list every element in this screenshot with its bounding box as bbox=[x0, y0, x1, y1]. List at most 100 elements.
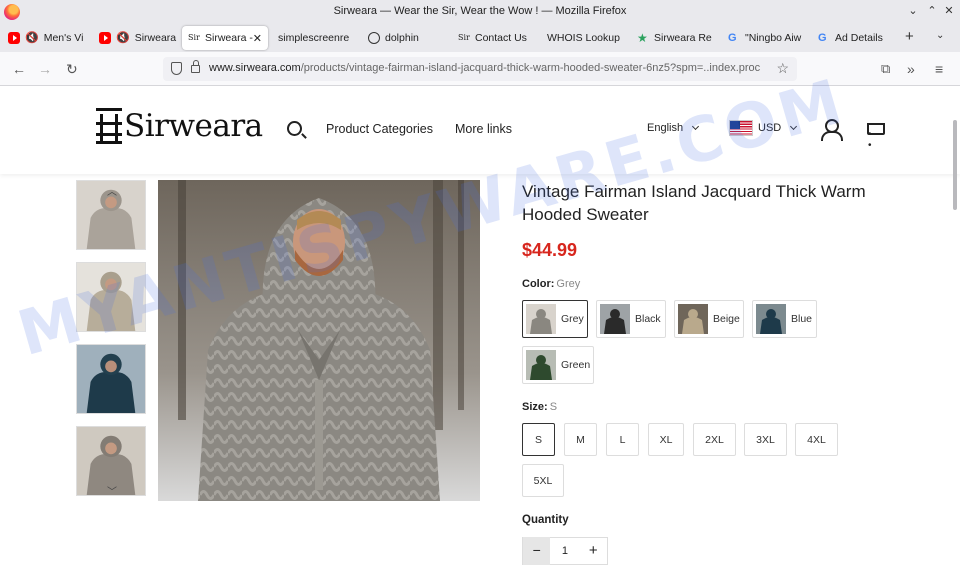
tab-contact-us[interactable]: Sir Contact Us bbox=[452, 26, 538, 50]
color-swatch-green[interactable]: Green bbox=[522, 346, 594, 384]
tab-label: Sirweara Re bbox=[654, 32, 712, 44]
chevron-down-icon bbox=[692, 122, 700, 131]
size-option-l[interactable]: L bbox=[606, 423, 639, 456]
scroll-down-chevron-icon[interactable]: ﹀ bbox=[107, 483, 117, 495]
page-scrollbar[interactable] bbox=[953, 120, 957, 210]
shopping-cart-icon[interactable] bbox=[864, 121, 885, 151]
swatch-label: Beige bbox=[713, 313, 740, 325]
extensions-icon[interactable]: ⧉ bbox=[881, 60, 890, 78]
product-price: $44.99 bbox=[522, 240, 578, 260]
tab-sirweara-video[interactable]: 🔇 Sirweara bbox=[93, 26, 177, 50]
color-swatch-grey[interactable]: Grey bbox=[522, 300, 588, 338]
tab-label: "Ningbo Aiw bbox=[745, 32, 802, 44]
scroll-up-chevron-icon[interactable]: ︿ bbox=[107, 183, 117, 198]
forward-arrow-icon[interactable]: → bbox=[38, 60, 52, 78]
swatch-label: Grey bbox=[561, 313, 584, 325]
globe-icon bbox=[368, 32, 380, 44]
hooded-sweater-photo-icon bbox=[158, 180, 480, 501]
quantity-decrease-button[interactable]: − bbox=[523, 537, 551, 565]
thumbnail-image[interactable] bbox=[76, 344, 146, 414]
tab-sirweara-review[interactable]: ★ Sirweara Re bbox=[631, 26, 717, 50]
minimize-window-button[interactable]: ⌃ bbox=[925, 4, 939, 18]
thumbnail-image[interactable] bbox=[76, 262, 146, 332]
grey-sweater-thumbnail-icon bbox=[526, 304, 556, 334]
window-title: Sirweara — Wear the Sir, Wear the Wow ! … bbox=[333, 5, 627, 17]
color-option-label: Color: Grey bbox=[522, 278, 580, 290]
star-icon: ★ bbox=[637, 31, 648, 45]
tab-label: Ad Details bbox=[835, 32, 883, 44]
search-icon[interactable] bbox=[287, 121, 302, 136]
color-swatch-black[interactable]: Black bbox=[596, 300, 666, 338]
nav-more-links[interactable]: More links bbox=[455, 122, 512, 136]
swatch-label: Green bbox=[561, 359, 591, 371]
google-icon: G bbox=[818, 32, 827, 44]
blue-sweater-thumbnail-icon bbox=[756, 304, 786, 334]
overflow-chevrons-icon[interactable]: » bbox=[907, 60, 915, 78]
sweater-photo-icon bbox=[77, 263, 145, 331]
currency-selector[interactable]: USD bbox=[758, 122, 798, 134]
close-tab-icon[interactable]: ✕ bbox=[253, 32, 262, 45]
nav-product-categories[interactable]: Product Categories bbox=[326, 122, 433, 136]
tab-mens-video[interactable]: 🔇 Men's Vi bbox=[2, 26, 92, 50]
main-product-image[interactable] bbox=[158, 180, 480, 501]
sirweara-favicon: Sir bbox=[458, 33, 470, 42]
tab-label: Sirweara bbox=[134, 32, 177, 44]
address-bar[interactable]: www.sirweara.com/products/vintage-fairma… bbox=[163, 57, 797, 81]
speaker-muted-icon[interactable]: 🔇 bbox=[116, 32, 130, 44]
tab-label: dolphin bbox=[385, 32, 419, 44]
size-option-4xl[interactable]: 4XL bbox=[795, 423, 838, 456]
thumbnail-image[interactable]: ︿ bbox=[76, 180, 146, 250]
reload-icon[interactable]: ↻ bbox=[66, 60, 78, 78]
tab-label: Sirweara - bbox=[205, 32, 253, 44]
tab-ad-details[interactable]: G Ad Details bbox=[812, 26, 898, 50]
tab-simplescreenrecorder[interactable]: simplescreenre bbox=[272, 26, 358, 50]
url-host: www.sirweara.com bbox=[209, 62, 301, 74]
tab-dolphin[interactable]: dolphin bbox=[362, 26, 450, 50]
sirweara-logo[interactable]: Sirweara bbox=[96, 108, 263, 144]
close-window-button[interactable]: ✕ bbox=[942, 4, 956, 18]
size-option-s[interactable]: S bbox=[522, 423, 555, 456]
window-titlebar: Sirweara — Wear the Sir, Wear the Wow ! … bbox=[0, 0, 960, 24]
quantity-value[interactable]: 1 bbox=[550, 545, 579, 557]
size-label-text: Size: bbox=[522, 401, 548, 413]
youtube-icon bbox=[8, 32, 20, 44]
chevron-down-icon[interactable]: ⌄ bbox=[906, 4, 920, 18]
chevron-down-icon bbox=[790, 122, 798, 131]
bookmark-star-icon[interactable]: ☆ bbox=[776, 60, 789, 77]
green-sweater-thumbnail-icon bbox=[526, 350, 556, 380]
list-all-tabs-icon[interactable]: ⌄ bbox=[936, 30, 944, 41]
swatch-label: Blue bbox=[791, 313, 813, 325]
youtube-icon bbox=[99, 32, 111, 44]
size-option-5xl[interactable]: 5XL bbox=[522, 464, 564, 497]
tab-label: WHOIS Lookup bbox=[547, 32, 620, 44]
account-user-icon[interactable] bbox=[821, 119, 843, 141]
color-swatch-beige[interactable]: Beige bbox=[674, 300, 744, 338]
tab-ningbo-search[interactable]: G "Ningbo Aiw bbox=[722, 26, 808, 50]
logo-wordmark: Sirweara bbox=[124, 108, 263, 144]
back-arrow-icon[interactable]: ← bbox=[12, 60, 26, 78]
url-text[interactable]: www.sirweara.com/products/vintage-fairma… bbox=[209, 62, 769, 74]
hamburger-menu-icon[interactable]: ≡ bbox=[935, 60, 943, 78]
quantity-increase-button[interactable]: + bbox=[580, 538, 607, 564]
navigation-toolbar: ← → ↻ www.sirweara.com/products/vintage-… bbox=[0, 52, 960, 86]
google-icon: G bbox=[728, 32, 737, 44]
new-tab-button[interactable]: + bbox=[905, 28, 914, 45]
speaker-muted-icon[interactable]: 🔇 bbox=[25, 32, 39, 44]
size-option-xl[interactable]: XL bbox=[648, 423, 684, 456]
color-label-text: Color: bbox=[522, 278, 555, 290]
us-flag-icon[interactable] bbox=[729, 120, 753, 136]
thumbnail-image[interactable]: ﹀ bbox=[76, 426, 146, 496]
tab-sirweara-active[interactable]: Sir Sirweara - ✕ bbox=[182, 26, 268, 50]
color-swatch-blue[interactable]: Blue bbox=[752, 300, 817, 338]
tab-bar: 🔇 Men's Vi 🔇 Sirweara Sir Sirweara - ✕ s… bbox=[0, 24, 960, 52]
size-option-m[interactable]: M bbox=[564, 423, 597, 456]
tracking-protection-shield-icon[interactable] bbox=[171, 62, 182, 75]
size-option-2xl[interactable]: 2XL bbox=[693, 423, 736, 456]
selected-size-text: S bbox=[549, 401, 558, 413]
padlock-icon[interactable] bbox=[191, 60, 200, 73]
beige-sweater-thumbnail-icon bbox=[678, 304, 708, 334]
selected-color-text: Grey bbox=[556, 278, 581, 290]
language-selector[interactable]: English bbox=[647, 122, 700, 134]
tab-whois-lookup[interactable]: WHOIS Lookup bbox=[541, 26, 627, 50]
size-option-3xl[interactable]: 3XL bbox=[744, 423, 787, 456]
